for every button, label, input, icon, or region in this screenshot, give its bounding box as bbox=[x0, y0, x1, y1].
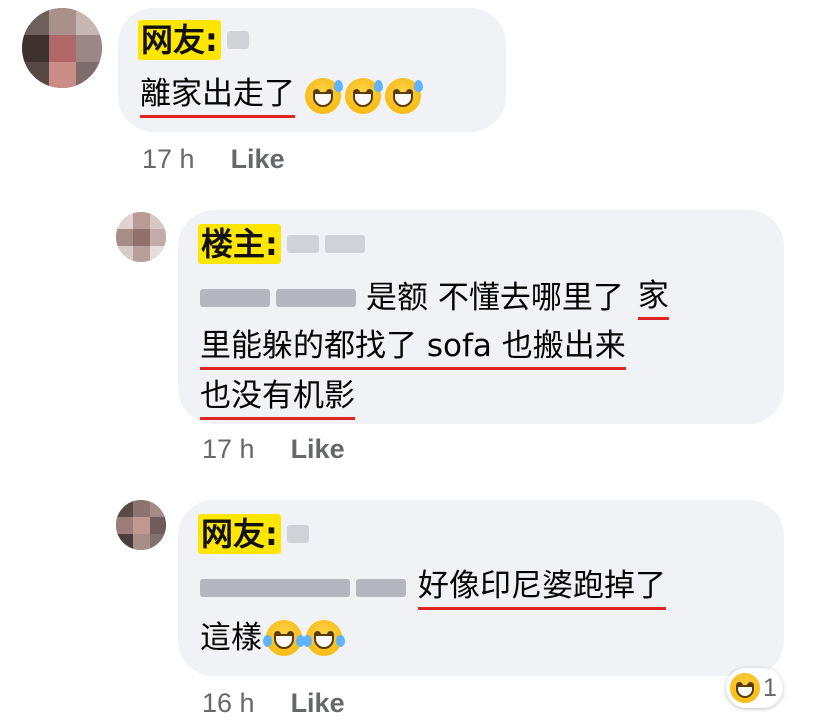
commenter-tag[interactable]: 楼主: bbox=[198, 224, 281, 264]
blurred-mention bbox=[200, 579, 350, 597]
comment-bubble-1: 网友: 離家出走了 bbox=[118, 8, 506, 132]
comment-timestamp[interactable]: 16 h bbox=[202, 688, 255, 719]
blurred-name bbox=[324, 235, 365, 253]
highlighted-text: 家 bbox=[637, 276, 669, 320]
like-button[interactable]: Like bbox=[291, 434, 345, 465]
comment-timestamp[interactable]: 17 h bbox=[142, 144, 195, 175]
comment-meta-2: 17 h Like bbox=[202, 434, 345, 465]
comment-text-line: 離家出走了 bbox=[140, 74, 423, 118]
grinning-sweat-emoji-icon bbox=[385, 78, 423, 114]
comment-text: 是额 不懂去哪里了 bbox=[366, 280, 624, 316]
comment-meta-3: 16 h Like bbox=[202, 688, 345, 719]
grinning-sweat-emoji-icon bbox=[345, 78, 383, 114]
blurred-name bbox=[286, 235, 319, 253]
blurred-mention bbox=[200, 289, 270, 307]
laughing-face-icon bbox=[730, 673, 760, 703]
blurred-name bbox=[286, 525, 309, 543]
highlighted-text: 離家出走了 bbox=[140, 74, 295, 118]
blurred-name bbox=[226, 31, 249, 49]
tears-of-joy-emoji-icon bbox=[263, 620, 305, 656]
comment-text-line: 好像印尼婆跑掉了 bbox=[200, 566, 666, 610]
comment-text-line: 這樣 bbox=[200, 618, 345, 658]
commenter-name-row: 楼主: bbox=[198, 224, 365, 264]
comment-bubble-3: 网友: 好像印尼婆跑掉了 這樣 bbox=[178, 500, 784, 676]
reaction-summary[interactable]: 1 bbox=[726, 668, 783, 708]
comment-meta-1: 17 h Like bbox=[142, 144, 285, 175]
comment-timestamp[interactable]: 17 h bbox=[202, 434, 255, 465]
comment-bubble-2: 楼主: 是额 不懂去哪里了 家 里能躲的都找了 sofa 也搬出来 也没有机影 bbox=[178, 210, 784, 424]
comment-text-line: 也没有机影 bbox=[200, 376, 355, 420]
avatar-commenter-1[interactable] bbox=[22, 8, 102, 88]
commenter-tag[interactable]: 网友: bbox=[198, 514, 281, 554]
avatar-commenter-2[interactable] bbox=[116, 212, 166, 262]
highlighted-text: 好像印尼婆跑掉了 bbox=[418, 566, 666, 610]
highlighted-text: 里能躲的都找了 sofa 也搬出来 bbox=[200, 326, 626, 370]
blurred-mention bbox=[276, 289, 356, 307]
like-button[interactable]: Like bbox=[291, 688, 345, 719]
commenter-tag[interactable]: 网友: bbox=[138, 20, 221, 60]
tears-of-joy-emoji-icon bbox=[303, 620, 345, 656]
comment-text-line: 是额 不懂去哪里了 家 bbox=[200, 276, 669, 320]
highlighted-text: 也没有机影 bbox=[200, 376, 355, 420]
like-button[interactable]: Like bbox=[231, 144, 285, 175]
grinning-sweat-emoji-icon bbox=[305, 78, 343, 114]
avatar-commenter-3[interactable] bbox=[116, 500, 166, 550]
commenter-name-row: 网友: bbox=[198, 514, 309, 554]
comment-text-line: 里能躲的都找了 sofa 也搬出来 bbox=[200, 326, 626, 370]
reaction-count: 1 bbox=[763, 673, 777, 702]
comment-text: 這樣 bbox=[200, 620, 262, 656]
blurred-mention bbox=[356, 579, 406, 597]
commenter-name-row: 网友: bbox=[138, 20, 249, 60]
